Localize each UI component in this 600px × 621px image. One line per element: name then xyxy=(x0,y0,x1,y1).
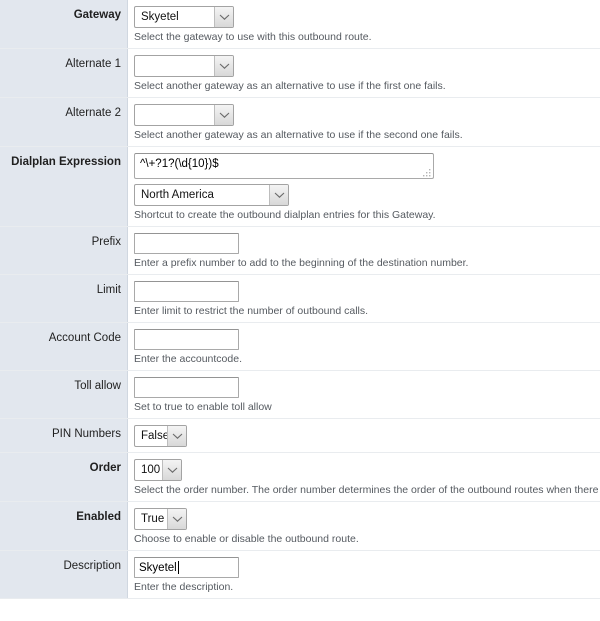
toll-allow-input[interactable] xyxy=(134,377,239,398)
description-input-wrap xyxy=(134,557,239,578)
chevron-down-icon[interactable] xyxy=(214,105,233,125)
hint-gateway: Select the gateway to use with this outb… xyxy=(134,31,372,43)
hint-enabled: Choose to enable or disable the outbound… xyxy=(134,533,359,545)
field-toll-allow: Set to true to enable toll allow xyxy=(128,371,600,418)
field-alternate-2: Select another gateway as an alternative… xyxy=(128,98,600,146)
form-row-description: Description Enter the description. xyxy=(0,551,600,599)
field-enabled: True Choose to enable or disable the out… xyxy=(128,502,600,550)
chevron-down-icon[interactable] xyxy=(162,460,181,480)
label-gateway: Gateway xyxy=(0,0,128,48)
form-row-account-code: Account Code Enter the accountcode. xyxy=(0,323,600,371)
form-row-alternate-1: Alternate 1 Select another gateway as an… xyxy=(0,49,600,98)
label-prefix: Prefix xyxy=(0,227,128,274)
hint-description: Enter the description. xyxy=(134,581,234,593)
field-order: 100 Select the order number. The order n… xyxy=(128,453,600,501)
text-cursor xyxy=(178,561,179,574)
outbound-route-form: Gateway Skyetel Select the gateway to us… xyxy=(0,0,600,599)
gateway-select[interactable]: Skyetel xyxy=(134,6,234,28)
field-account-code: Enter the accountcode. xyxy=(128,323,600,370)
chevron-down-icon[interactable] xyxy=(214,7,233,27)
limit-input[interactable] xyxy=(134,281,239,302)
prefix-input[interactable] xyxy=(134,233,239,254)
alternate-2-select[interactable] xyxy=(134,104,234,126)
hint-dialplan-expression: Shortcut to create the outbound dialplan… xyxy=(134,209,436,221)
enabled-select[interactable]: True xyxy=(134,508,187,530)
hint-toll-allow: Set to true to enable toll allow xyxy=(134,401,272,413)
dialplan-region-select[interactable]: North America xyxy=(134,184,289,206)
alternate-1-select[interactable] xyxy=(134,55,234,77)
label-account-code: Account Code xyxy=(0,323,128,370)
description-input[interactable] xyxy=(134,557,239,578)
label-order: Order xyxy=(0,453,128,501)
order-select[interactable]: 100 xyxy=(134,459,182,481)
label-alternate-2: Alternate 2 xyxy=(0,98,128,146)
pin-numbers-select[interactable]: False xyxy=(134,425,187,447)
form-row-enabled: Enabled True Choose to enable or disable… xyxy=(0,502,600,551)
form-row-alternate-2: Alternate 2 Select another gateway as an… xyxy=(0,98,600,147)
hint-alternate-1: Select another gateway as an alternative… xyxy=(134,80,446,92)
dialplan-expression-value: ^\+?1?(\d{10})$ xyxy=(140,158,219,170)
form-row-gateway: Gateway Skyetel Select the gateway to us… xyxy=(0,0,600,49)
form-row-prefix: Prefix Enter a prefix number to add to t… xyxy=(0,227,600,275)
chevron-down-icon[interactable] xyxy=(214,56,233,76)
label-enabled: Enabled xyxy=(0,502,128,550)
form-row-dialplan-expression: Dialplan Expression ^\+?1?(\d{10})$ Nort… xyxy=(0,147,600,227)
label-dialplan-expression: Dialplan Expression xyxy=(0,147,128,226)
pin-numbers-select-value: False xyxy=(141,430,167,442)
hint-account-code: Enter the accountcode. xyxy=(134,353,242,365)
label-limit: Limit xyxy=(0,275,128,322)
form-row-order: Order 100 Select the order number. The o… xyxy=(0,453,600,502)
field-gateway: Skyetel Select the gateway to use with t… xyxy=(128,0,600,48)
hint-alternate-2: Select another gateway as an alternative… xyxy=(134,129,463,141)
chevron-down-icon[interactable] xyxy=(269,185,288,205)
form-row-limit: Limit Enter limit to restrict the number… xyxy=(0,275,600,323)
label-description: Description xyxy=(0,551,128,598)
chevron-down-icon[interactable] xyxy=(167,426,186,446)
field-alternate-1: Select another gateway as an alternative… xyxy=(128,49,600,97)
hint-limit: Enter limit to restrict the number of ou… xyxy=(134,305,369,317)
form-row-toll-allow: Toll allow Set to true to enable toll al… xyxy=(0,371,600,419)
field-prefix: Enter a prefix number to add to the begi… xyxy=(128,227,600,274)
field-description: Enter the description. xyxy=(128,551,600,598)
field-pin-numbers: False xyxy=(128,419,600,452)
order-select-value: 100 xyxy=(141,464,161,476)
hint-prefix: Enter a prefix number to add to the begi… xyxy=(134,257,469,269)
dialplan-region-select-value: North America xyxy=(141,189,214,201)
label-alternate-1: Alternate 1 xyxy=(0,49,128,97)
gateway-select-value: Skyetel xyxy=(141,11,179,23)
account-code-input[interactable] xyxy=(134,329,239,350)
dialplan-expression-textarea[interactable]: ^\+?1?(\d{10})$ xyxy=(134,153,434,179)
form-row-pin-numbers: PIN Numbers False xyxy=(0,419,600,453)
chevron-down-icon[interactable] xyxy=(167,509,186,529)
field-limit: Enter limit to restrict the number of ou… xyxy=(128,275,600,322)
hint-order: Select the order number. The order numbe… xyxy=(134,484,600,496)
label-pin-numbers: PIN Numbers xyxy=(0,419,128,452)
label-toll-allow: Toll allow xyxy=(0,371,128,418)
resize-grip-icon[interactable] xyxy=(423,168,431,177)
enabled-select-value: True xyxy=(141,513,165,525)
field-dialplan-expression: ^\+?1?(\d{10})$ North America Shortcut t… xyxy=(128,147,600,226)
bottom-spacer xyxy=(0,599,600,621)
